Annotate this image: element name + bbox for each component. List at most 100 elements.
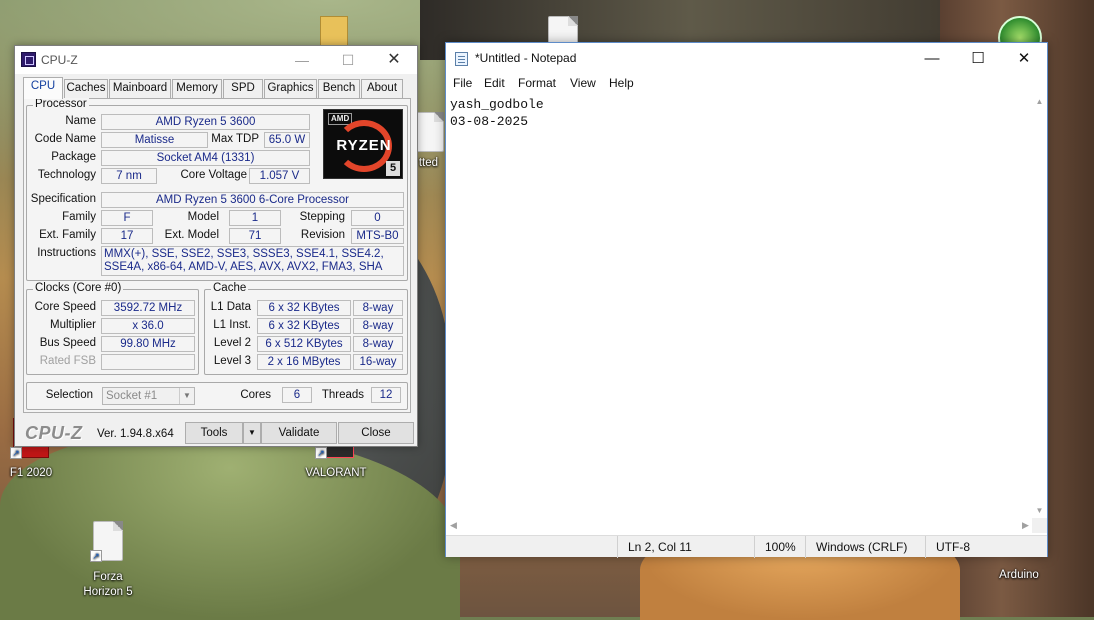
file-icon	[414, 112, 444, 152]
minimize-button[interactable]: —	[279, 46, 325, 74]
model-value: 1	[229, 210, 281, 226]
file-icon: ↗	[90, 521, 123, 562]
minimize-button[interactable]: —	[909, 43, 955, 74]
cores-label: Cores	[240, 389, 271, 401]
cpuz-brand-logo: CPU-Z	[25, 423, 83, 443]
instructions-value: MMX(+), SSE, SSE2, SSE3, SSSE3, SSE4.1, …	[101, 246, 404, 276]
window-title: CPU-Z	[41, 53, 78, 67]
corespeed-label: Core Speed	[34, 301, 96, 313]
close-window-button[interactable]: ✕	[371, 46, 417, 74]
tab-bench[interactable]: Bench	[318, 79, 360, 98]
notepad-window: *Untitled - Notepad — ☐ ✕ File Edit Form…	[445, 42, 1048, 558]
cpuz-app-icon	[21, 52, 36, 67]
specification-value: AMD Ryzen 5 3600 6-Core Processor	[101, 192, 404, 208]
cache-level3-size: 2 x 16 MBytes	[257, 354, 351, 370]
scroll-up-icon[interactable]: ▲	[1032, 94, 1047, 109]
chevron-down-icon: ▼	[179, 388, 194, 404]
tools-dropdown-button[interactable]: ▼	[243, 422, 261, 444]
name-label: Name	[65, 115, 96, 127]
scrollbar-corner	[1032, 518, 1047, 533]
cache-level3-label: Level 3	[213, 355, 251, 367]
menu-view[interactable]: View	[570, 76, 596, 90]
threads-label: Threads	[321, 389, 364, 401]
folder-icon	[320, 16, 348, 46]
validate-button[interactable]: Validate	[261, 422, 337, 444]
busspeed-label: Bus Speed	[39, 337, 96, 349]
codename-label: Code Name	[34, 133, 96, 145]
tab-cpu[interactable]: CPU	[23, 77, 63, 99]
tab-graphics[interactable]: Graphics	[264, 79, 317, 98]
menu-edit[interactable]: Edit	[484, 76, 505, 90]
cpuz-titlebar[interactable]: CPU-Z — ☐ ✕	[15, 46, 417, 74]
instructions-label: Instructions	[37, 247, 96, 259]
family-label: Family	[62, 211, 96, 223]
tab-about[interactable]: About	[361, 79, 403, 98]
stepping-value: 0	[351, 210, 404, 226]
menu-bar: File Edit Format View Help	[446, 74, 1047, 94]
cache-level2-size: 6 x 512 KBytes	[257, 336, 351, 352]
close-button[interactable]: Close	[338, 422, 414, 444]
selection-label: Selection	[45, 389, 93, 401]
desktop-icon-label: Forza Horizon 5	[83, 571, 133, 598]
text-editor-area[interactable]: yash_godbole 03-08-2025	[446, 94, 1033, 518]
cache-l1data-label: L1 Data	[210, 301, 251, 313]
ratedfsb-value	[101, 354, 195, 370]
cache-l1inst-way: 8-way	[353, 318, 403, 334]
processor-group: Processor Name AMD Ryzen 5 3600 Code Nam…	[26, 98, 408, 281]
shortcut-arrow-icon: ↗	[315, 447, 327, 459]
scroll-right-icon[interactable]: ▶	[1018, 518, 1033, 533]
desktop-icon-label: Arduino	[999, 569, 1039, 581]
cache-l1inst-size: 6 x 32 KBytes	[257, 318, 351, 334]
close-window-button[interactable]: ✕	[1001, 43, 1047, 74]
technology-value: 7 nm	[101, 168, 157, 184]
family-value: F	[101, 210, 153, 226]
maximize-button[interactable]: ☐	[325, 46, 371, 74]
scroll-down-icon[interactable]: ▼	[1032, 503, 1047, 518]
ryzen-tier-badge: 5	[386, 161, 400, 176]
chevron-down-icon: ▼	[248, 428, 256, 437]
cache-level2-way: 8-way	[353, 336, 403, 352]
menu-file[interactable]: File	[453, 76, 472, 90]
multiplier-value: x 36.0	[101, 318, 195, 334]
busspeed-value: 99.80 MHz	[101, 336, 195, 352]
cache-l1data-way: 8-way	[353, 300, 403, 316]
tab-mainboard[interactable]: Mainboard	[109, 79, 171, 98]
threads-value: 12	[371, 387, 401, 403]
menu-format[interactable]: Format	[518, 76, 556, 90]
menu-help[interactable]: Help	[609, 76, 634, 90]
name-value: AMD Ryzen 5 3600	[101, 114, 310, 130]
clocks-group: Clocks (Core #0) Core Speed 3592.72 MHz …	[26, 282, 199, 375]
technology-label: Technology	[37, 169, 96, 181]
horizontal-scrollbar[interactable]: ◀ ▶	[446, 518, 1033, 533]
ratedfsb-label: Rated FSB	[39, 355, 96, 367]
status-cursor-position: Ln 2, Col 11	[617, 536, 753, 558]
socket-select-value: Socket #1	[106, 390, 158, 402]
revision-label: Revision	[300, 229, 345, 241]
desktop-icon-label: VALORANT	[305, 467, 367, 479]
model-label: Model	[187, 211, 219, 223]
tab-caches[interactable]: Caches	[64, 79, 108, 98]
corespeed-value: 3592.72 MHz	[101, 300, 195, 316]
scroll-left-icon[interactable]: ◀	[446, 518, 461, 533]
tab-spd[interactable]: SPD	[223, 79, 263, 98]
maximize-button[interactable]: ☐	[955, 43, 1001, 74]
selection-group: Selection Socket #1 ▼ Cores 6 Threads 12	[26, 382, 408, 410]
tools-button[interactable]: Tools	[185, 422, 243, 444]
cpuz-window: CPU-Z — ☐ ✕ CPU Caches Mainboard Memory …	[14, 45, 418, 447]
extmodel-value: 71	[229, 228, 281, 244]
status-bar: Ln 2, Col 11 100% Windows (CRLF) UTF-8	[446, 535, 1047, 558]
notepad-app-icon	[455, 52, 468, 66]
desktop-icon-forza-horizon-5[interactable]: ↗ Forza Horizon 5	[68, 521, 148, 600]
desktop-icon-top-file[interactable]	[0, 0, 578, 56]
vertical-scrollbar[interactable]: ▲ ▼	[1032, 94, 1047, 518]
cpuz-footer: CPU-Z Ver. 1.94.8.x64 Tools ▼ Validate C…	[15, 419, 417, 447]
extfamily-label: Ext. Family	[39, 229, 96, 241]
socket-select[interactable]: Socket #1 ▼	[102, 387, 195, 405]
tab-memory[interactable]: Memory	[172, 79, 222, 98]
notepad-titlebar[interactable]: *Untitled - Notepad — ☐ ✕	[446, 43, 1047, 74]
cores-value: 6	[282, 387, 312, 403]
codename-value: Matisse	[101, 132, 208, 148]
multiplier-label: Multiplier	[49, 319, 96, 331]
maxtdp-label: Max TDP	[211, 133, 259, 145]
maxtdp-value: 65.0 W	[264, 132, 310, 148]
